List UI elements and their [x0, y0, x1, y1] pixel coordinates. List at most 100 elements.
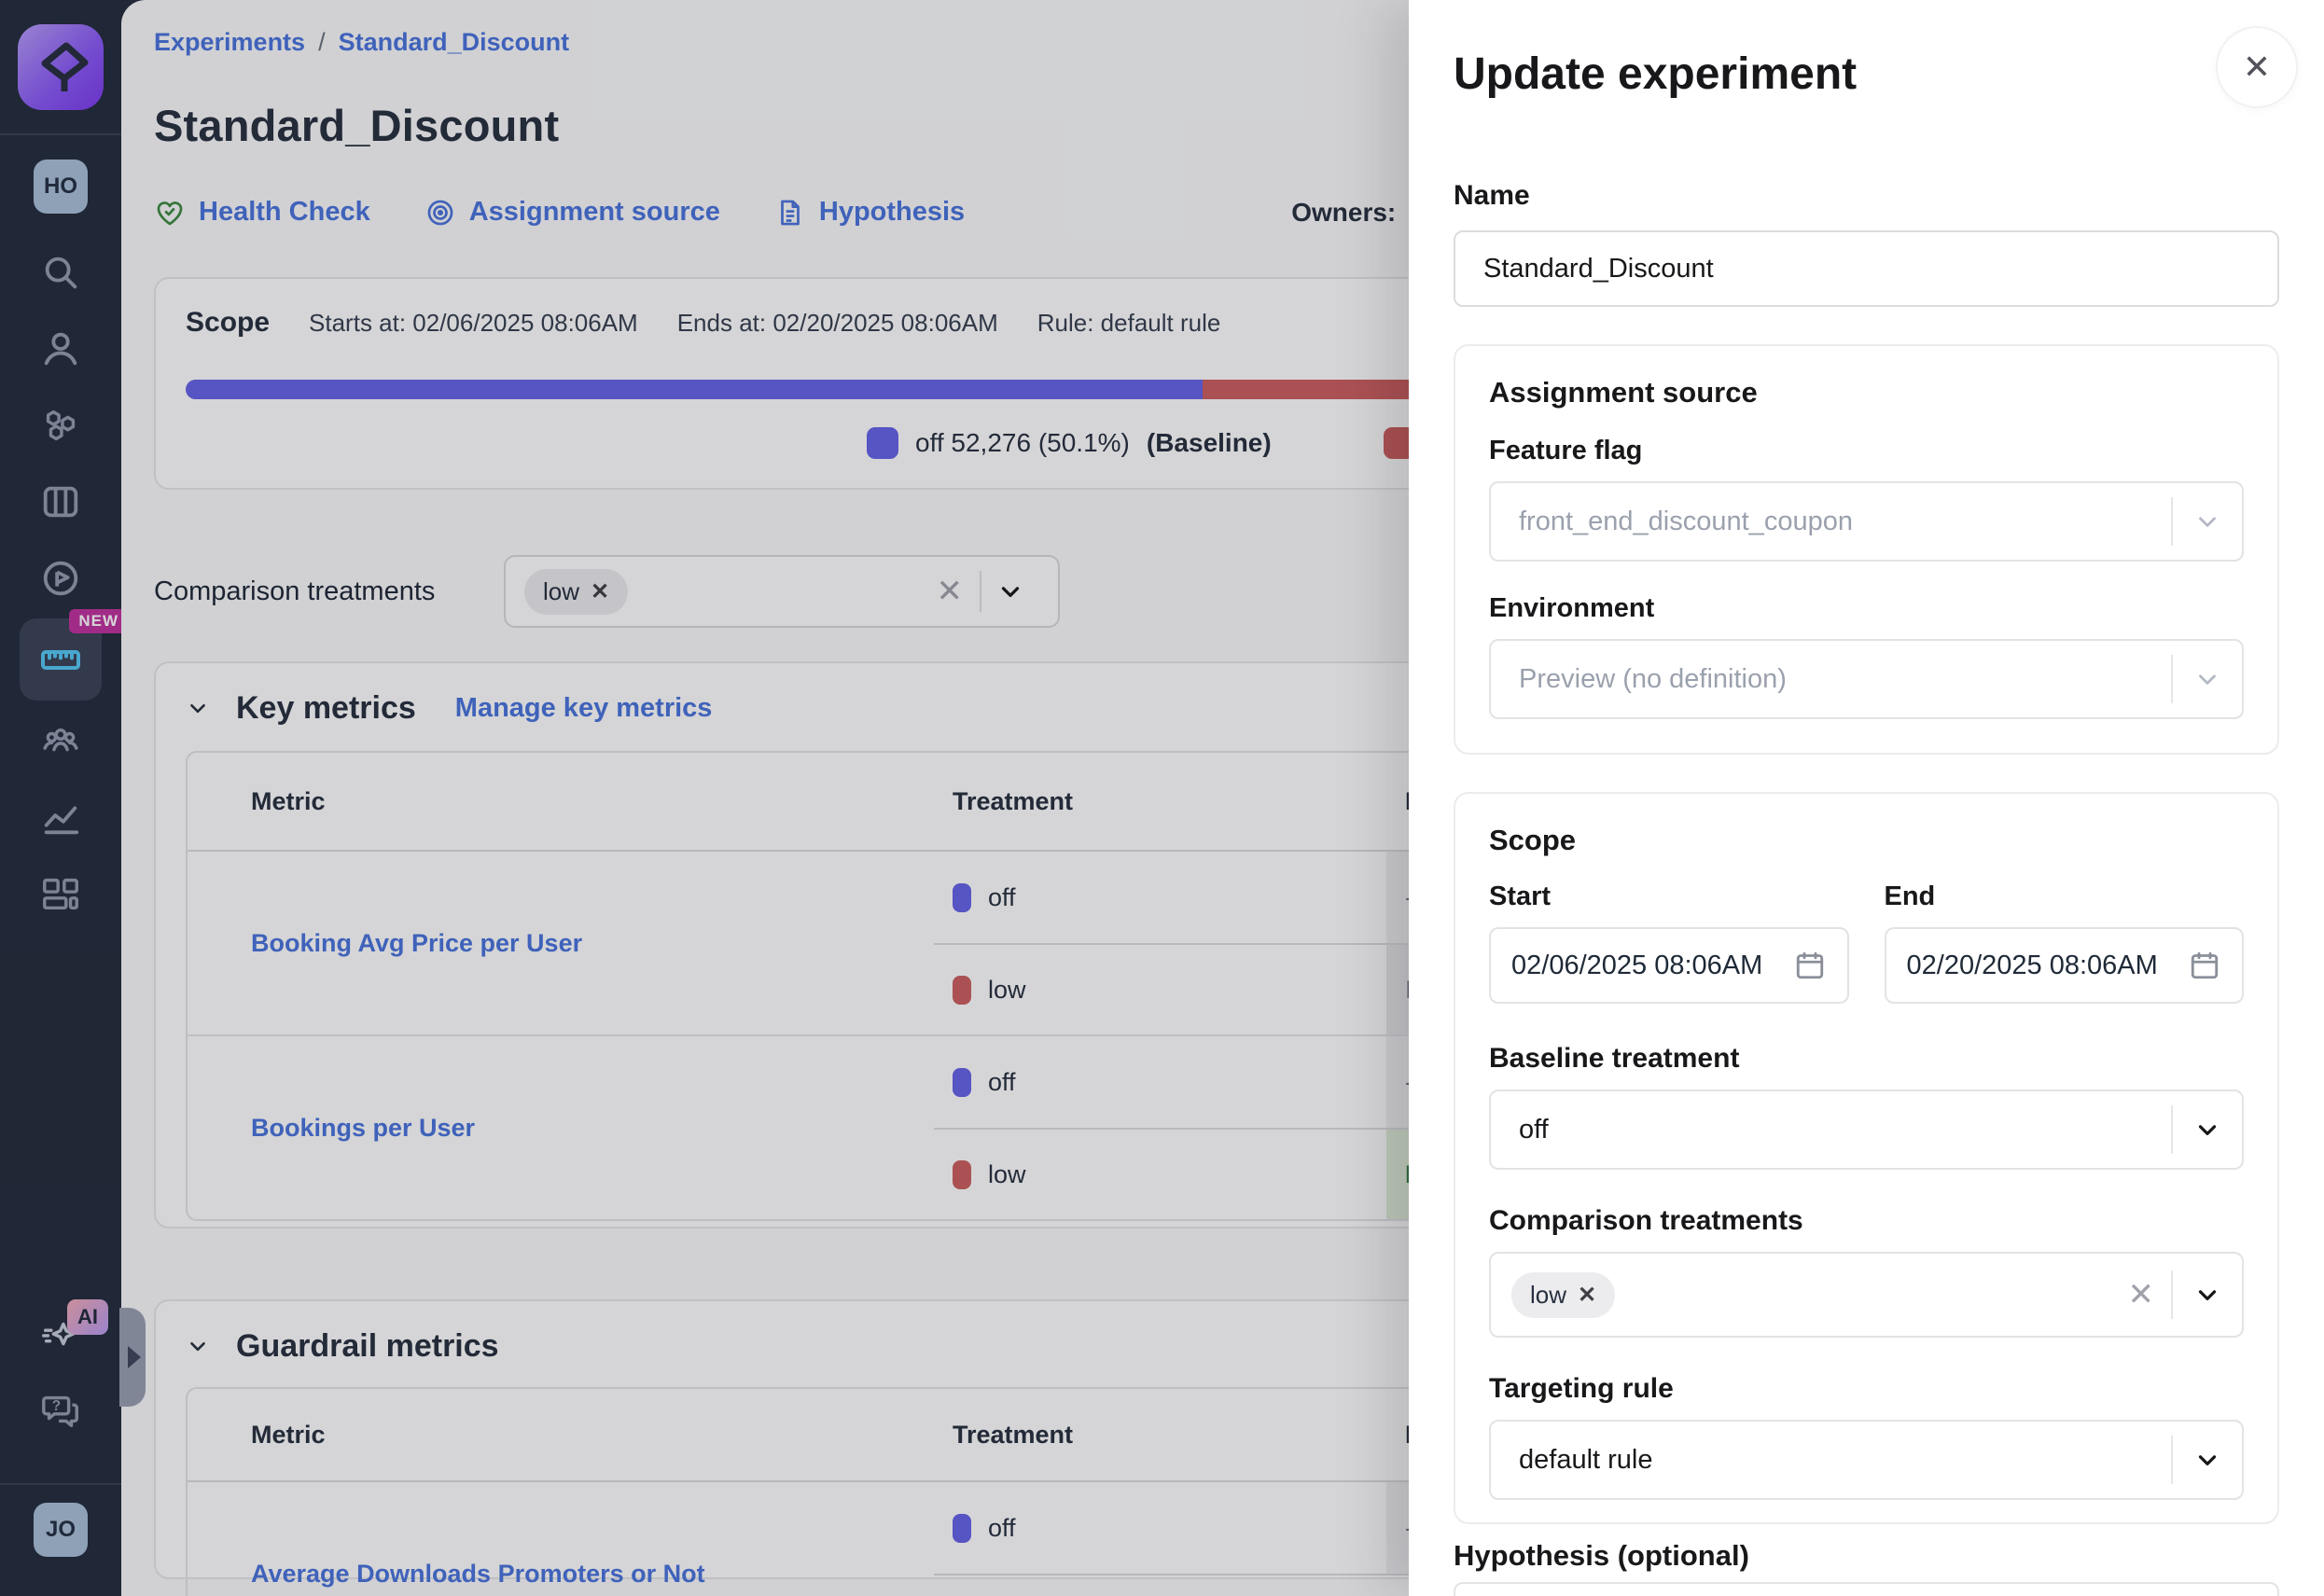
scope-section: Scope Start 02/06/2025 08:06AM End 02/20… — [1454, 792, 2279, 1524]
chip-remove-icon[interactable]: ✕ — [591, 578, 609, 605]
breadcrumb-experiments[interactable]: Experiments — [154, 28, 305, 57]
key-metrics-title: Key metrics — [236, 690, 416, 727]
treatment-chip-low[interactable]: low ✕ — [1511, 1272, 1615, 1318]
chip-remove-icon[interactable]: ✕ — [1578, 1282, 1596, 1309]
comparison-treatments-label: Comparison treatments — [1489, 1205, 2244, 1237]
treatment-chip-low[interactable]: low ✕ — [524, 569, 628, 615]
environment-label: Environment — [1489, 593, 2244, 624]
flag-circle-icon — [39, 557, 82, 600]
environment-value: Preview (no definition) — [1519, 664, 2171, 695]
guardrail-metrics-title: Guardrail metrics — [236, 1328, 499, 1365]
chevron-down-icon[interactable] — [2173, 1281, 2242, 1309]
scope-ends-at: Ends at: 02/20/2025 08:06AM — [677, 309, 998, 338]
update-experiment-panel: ✕ Update experiment Name Standard_Discou… — [1409, 0, 2324, 1596]
close-button[interactable]: ✕ — [2216, 26, 2298, 108]
chat-question-icon: ? — [39, 1388, 82, 1431]
treatment-name: off — [988, 1514, 1016, 1543]
chevron-down-icon[interactable] — [2173, 1446, 2242, 1474]
col-header-metric: Metric — [188, 787, 934, 816]
sidebar-item-users[interactable] — [0, 311, 121, 387]
allocation-segment-off — [186, 380, 1203, 399]
chevron-down-icon[interactable] — [981, 577, 1039, 605]
baseline-treatment-value: off — [1519, 1115, 2171, 1145]
treatment-dot-off — [953, 1068, 971, 1097]
assignment-source-label: Assignment source — [469, 197, 720, 228]
start-date-value: 02/06/2025 08:06AM — [1511, 951, 1793, 981]
dashboard-blocks-icon — [39, 872, 82, 915]
sidebar-item-experiments-active[interactable]: NEW — [20, 618, 102, 701]
health-check-label: Health Check — [199, 197, 370, 228]
health-check-link[interactable]: Health Check — [154, 197, 370, 229]
new-badge: NEW — [69, 609, 128, 633]
ruler-icon — [38, 637, 83, 682]
sidebar-item-dashboards[interactable] — [0, 855, 121, 932]
start-date-input[interactable]: 02/06/2025 08:06AM — [1489, 927, 1849, 1004]
baseline-treatment-label: Baseline treatment — [1489, 1043, 2244, 1075]
sidebar-bottom: AI ? JO — [0, 1288, 121, 1596]
sidebar-expand-handle[interactable] — [119, 1308, 146, 1407]
feature-flag-select[interactable]: front_end_discount_coupon — [1489, 481, 2244, 562]
clear-selection-icon[interactable]: ✕ — [920, 573, 981, 610]
col-header-treatment: Treatment — [934, 787, 1386, 816]
metric-link[interactable]: Booking Avg Price per User — [251, 929, 582, 958]
sidebar-item-community[interactable] — [0, 702, 121, 779]
manage-key-metrics-link[interactable]: Manage key metrics — [455, 693, 713, 724]
treatment-dot-off — [953, 1514, 971, 1543]
targeting-rule-select[interactable]: default rule — [1489, 1420, 2244, 1500]
legend-item-off: off 52,276 (50.1%) (Baseline) — [867, 427, 1272, 459]
hypothesis-textarea[interactable] — [1454, 1582, 2279, 1596]
sidebar-item-metrics[interactable] — [0, 779, 121, 855]
search-icon — [39, 251, 82, 294]
assignment-source-link[interactable]: Assignment source — [424, 197, 720, 229]
treatment-name: off — [988, 1068, 1016, 1097]
calendar-icon[interactable] — [2188, 949, 2221, 982]
end-date-input[interactable]: 02/20/2025 08:06AM — [1885, 927, 2245, 1004]
sidebar-item-help[interactable]: ? — [0, 1372, 121, 1447]
environment-select[interactable]: Preview (no definition) — [1489, 639, 2244, 719]
name-label: Name — [1454, 180, 2279, 212]
expand-arrow-icon — [128, 1346, 141, 1368]
hypothesis-label: Hypothesis — [819, 197, 965, 228]
comparison-treatments-select[interactable]: low ✕ ✕ — [504, 555, 1060, 628]
chevron-down-icon[interactable] — [2173, 1116, 2242, 1144]
hypothesis-optional-label: Hypothesis (optional) — [1454, 1539, 2279, 1573]
treatment-name: off — [988, 883, 1016, 912]
sidebar-item-columns[interactable] — [0, 464, 121, 540]
clear-selection-icon[interactable]: ✕ — [2111, 1276, 2172, 1313]
svg-text:?: ? — [52, 1398, 61, 1414]
chevron-down-icon[interactable] — [2173, 507, 2242, 535]
statsig-logo-icon[interactable] — [18, 24, 104, 110]
sidebar-item-ai[interactable]: AI — [0, 1298, 121, 1372]
name-input[interactable]: Standard_Discount — [1454, 230, 2279, 307]
heart-check-icon — [154, 197, 186, 229]
workspace-avatar[interactable]: HO — [34, 160, 88, 214]
targeting-rule-label: Targeting rule — [1489, 1373, 2244, 1405]
chevron-down-icon[interactable] — [2173, 665, 2242, 693]
treatment-dot-low — [953, 1160, 971, 1189]
calendar-icon[interactable] — [1793, 949, 1827, 982]
collapse-caret-icon[interactable] — [186, 1334, 210, 1358]
scope-starts-at: Starts at: 02/06/2025 08:06AM — [309, 309, 638, 338]
sidebar: HO NEW — [0, 0, 121, 1596]
treatment-chip-label: low — [543, 577, 579, 606]
columns-icon — [39, 480, 82, 523]
breadcrumb-current[interactable]: Standard_Discount — [339, 28, 570, 57]
hypothesis-link[interactable]: Hypothesis — [774, 197, 965, 229]
metric-link[interactable]: Average Downloads Promoters or Not — [251, 1560, 705, 1589]
logo-container — [0, 0, 121, 135]
col-header-metric: Metric — [188, 1421, 934, 1450]
baseline-treatment-select[interactable]: off — [1489, 1089, 2244, 1170]
treatment-name: low — [988, 976, 1026, 1005]
target-icon — [424, 197, 456, 229]
sidebar-item-releases[interactable] — [0, 540, 121, 617]
sidebar-item-search[interactable] — [0, 234, 121, 311]
comparison-treatments-label: Comparison treatments — [154, 576, 504, 607]
metric-link[interactable]: Bookings per User — [251, 1114, 475, 1143]
end-date-value: 02/20/2025 08:06AM — [1907, 951, 2189, 981]
line-chart-icon — [39, 796, 82, 839]
comparison-treatments-select[interactable]: low ✕ ✕ — [1489, 1252, 2244, 1338]
user-avatar[interactable]: JO — [34, 1503, 88, 1557]
app-root: HO NEW — [0, 0, 2324, 1596]
collapse-caret-icon[interactable] — [186, 696, 210, 720]
sidebar-item-feature-flags[interactable] — [0, 387, 121, 464]
